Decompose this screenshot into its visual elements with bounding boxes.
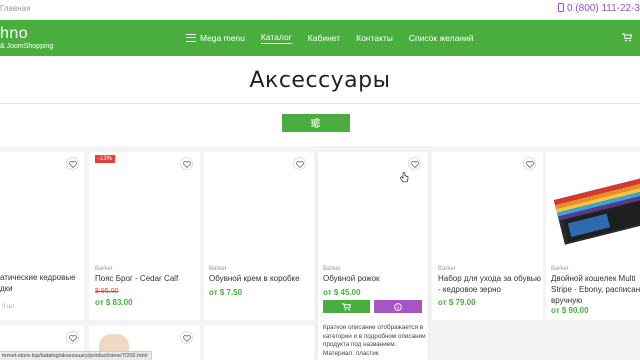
filter-button[interactable] [282,114,350,132]
product-name[interactable]: атические кедровые дки [0,272,84,294]
phone-number: 0 (800) 111-22-3 [566,3,640,14]
product-price: от $ 7.50 [209,288,243,297]
logo-subtitle: & JoomShopping [0,43,54,50]
product-name-line: атические кедровые [0,273,76,282]
phone-link[interactable]: 0 (800) 111-22-3 [557,3,640,14]
wishlist-button[interactable] [523,157,536,170]
product-qty: 0 шт [2,304,15,310]
site-logo[interactable]: hno & JoomShopping [0,26,53,51]
heart-icon [411,160,419,168]
product-brand: Barker [323,266,341,272]
nav-cabinet[interactable]: Кабинет [308,33,340,43]
main-header: hno & JoomShopping Mega menu Каталог Каб… [0,20,640,56]
product-card[interactable]: Barker Обувной крем в коробке от $ 7.50 [204,152,314,320]
nav-catalog[interactable]: Каталог [260,32,292,44]
discount-badge: -13% [95,155,116,163]
phone-icon [557,3,564,12]
mouse-cursor-icon [400,172,409,183]
description-line: категории и в подробном описании [323,332,426,340]
product-name-line: Набор для ухода за обувью [438,274,541,283]
description-line: Краткое описание отображается в [323,324,424,331]
product-image-wallet[interactable] [546,156,640,248]
product-brand: Barker [438,266,456,272]
product-card[interactable]: Barker Двойной кошелек Multi Stripe - Eb… [546,152,640,320]
wishlist-button[interactable] [180,331,193,344]
nav-contacts[interactable]: Контакты [356,33,393,43]
product-price: от $ 45.00 [323,288,361,297]
heart-icon [526,160,534,168]
product-brand: Barker [209,266,227,272]
description-line: продукта под названием. [323,341,397,348]
nav-label: Mega menu [200,33,245,43]
main-nav: Mega menu Каталог Кабинет Контакты Списо… [186,32,490,44]
add-to-cart-button[interactable] [323,300,370,313]
hamburger-icon [186,34,196,42]
nav-mega-menu[interactable]: Mega menu [186,33,245,43]
product-card[interactable]: атические кедровые дки 0 шт [0,152,84,320]
product-name-line: дки [0,284,13,293]
product-name[interactable]: Двойной кошелек Multi Stripe - Ebony, ра… [551,273,640,306]
heart-icon [183,334,191,342]
product-card[interactable] [204,326,314,360]
heart-icon [296,160,304,168]
title-area: Аксессуары [0,56,640,104]
cart-icon[interactable] [622,33,632,42]
product-name-line: Stripe - Ebony, расписанный [551,285,640,294]
wishlist-button[interactable] [293,157,306,170]
product-price: от $ 79.00 [438,298,476,307]
breadcrumb-home[interactable]: Главная [0,4,30,13]
product-brand: Barker [551,266,569,272]
wishlist-button[interactable] [66,157,79,170]
page-title: Аксессуары [249,68,391,93]
sliders-icon [311,118,320,128]
product-name-line: вручную [551,296,583,305]
description-line: Материал: пластик [323,349,379,357]
product-name[interactable]: Обувной рожок [323,273,427,284]
info-icon [394,302,402,311]
old-price: $ 95.00 [95,288,119,295]
wishlist-button[interactable] [180,157,193,170]
heart-icon [183,160,191,168]
status-url: ternet-store.top/katalog/aksessuary/prod… [0,351,152,360]
product-details-button[interactable] [374,300,422,313]
wishlist-button[interactable] [66,331,79,344]
product-name-line: - кедровое зерно [438,285,501,294]
product-brand: Barker [95,266,113,272]
product-name[interactable]: Обувной крем в коробке [209,273,313,284]
product-card[interactable]: Barker Набор для ухода за обувью - кедров… [432,152,543,320]
logo-name: hno [0,25,29,42]
product-name-line: Двойной кошелек Multi [551,274,636,283]
product-card[interactable]: Barker Обувной рожок от $ 45.00 Краткое … [318,152,428,360]
product-price: от $ 83.00 [95,298,133,307]
product-description: Краткое описание отображается в категори… [323,324,427,358]
nav-wishlist[interactable]: Список желаний [409,33,474,43]
top-bar: Главная 0 (800) 111-22-3 [0,0,640,20]
heart-icon [69,334,77,342]
heart-icon [69,160,77,168]
cart-icon [342,302,351,311]
product-card[interactable]: -13% Barker Пояс Брог - Cedar Calf $ 95.… [89,152,200,320]
wishlist-button[interactable] [408,157,421,170]
product-price: от $ 90.00 [551,306,589,315]
product-name[interactable]: Набор для ухода за обувью - кедровое зерн… [438,273,542,295]
product-name[interactable]: Пояс Брог - Cedar Calf [95,273,199,284]
filter-row [0,104,640,146]
